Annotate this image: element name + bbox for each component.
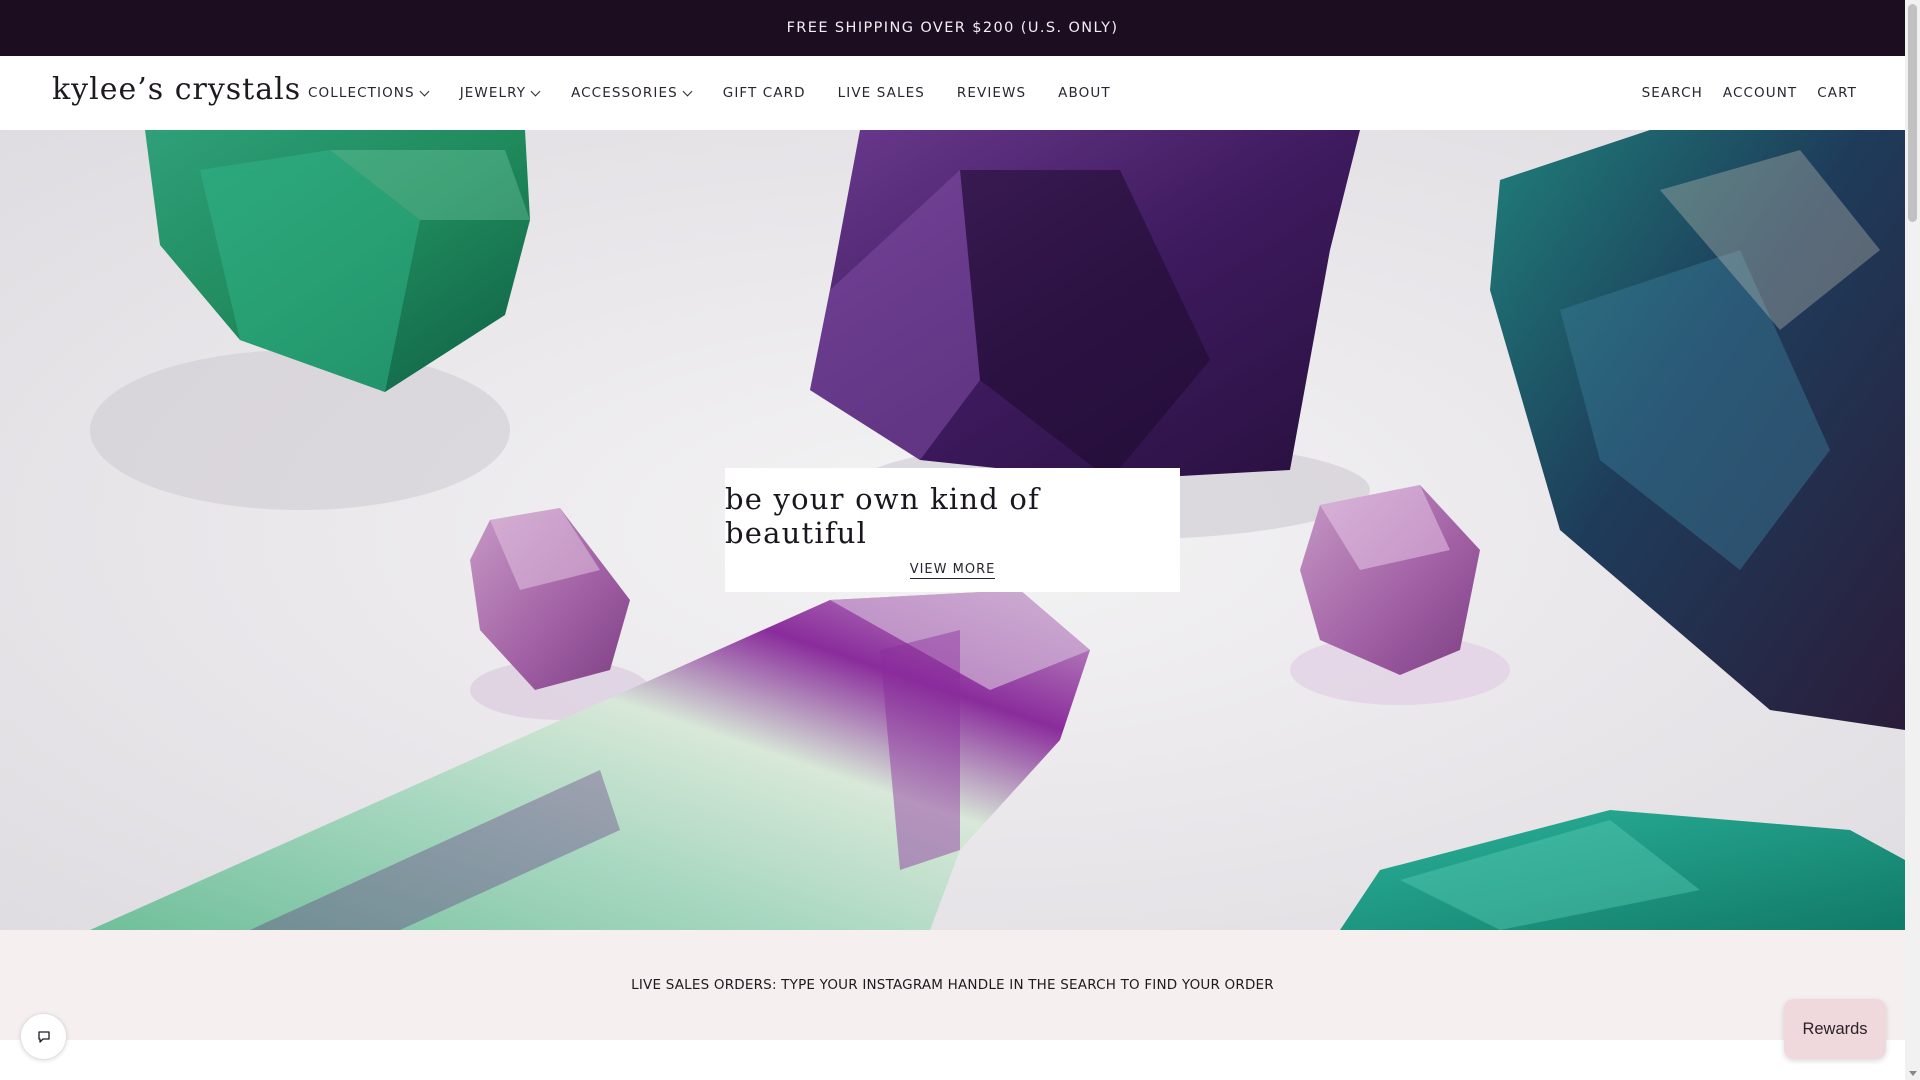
chat-bubble-icon xyxy=(37,1030,50,1043)
live-sales-text: LIVE SALES ORDERS: TYPE YOUR INSTAGRAM H… xyxy=(631,977,1274,993)
rewards-button[interactable]: Rewards xyxy=(1784,999,1886,1059)
site-logo[interactable]: kylee’s crystals xyxy=(52,72,301,107)
utility-nav: SEARCH ACCOUNT CART xyxy=(1622,56,1857,130)
nav-item-about[interactable]: ABOUT xyxy=(1058,85,1111,101)
nav-item-reviews[interactable]: REVIEWS xyxy=(957,85,1026,101)
rewards-label: Rewards xyxy=(1802,1019,1868,1038)
chevron-down-icon xyxy=(682,86,693,96)
nav-item-live-sales[interactable]: LIVE SALES xyxy=(838,85,925,101)
scroll-down-arrow-icon[interactable] xyxy=(1909,1071,1917,1076)
nav-item-label: ACCESSORIES xyxy=(571,85,678,101)
nav-item-label: LIVE SALES xyxy=(837,85,925,101)
nav-item-label: COLLECTIONS xyxy=(308,85,415,101)
nav-item-label: ABOUT xyxy=(1058,85,1111,101)
site-header: kylee’s crystals COLLECTIONS JEWELRY ACC… xyxy=(0,56,1905,130)
hero-banner: be your own kind of beautiful VIEW MORE xyxy=(0,130,1905,930)
chat-button[interactable] xyxy=(20,1013,67,1060)
nav-item-accessories[interactable]: ACCESSORIES xyxy=(571,85,693,101)
page: FREE SHIPPING OVER $200 (U.S. ONLY) kyle… xyxy=(0,0,1920,1080)
search-link[interactable]: SEARCH xyxy=(1642,85,1703,101)
nav-item-label: GIFT CARD xyxy=(722,85,806,101)
page-scrollbar[interactable] xyxy=(1905,0,1920,1080)
cart-link[interactable]: CART xyxy=(1817,85,1857,101)
nav-item-gift-card[interactable]: GIFT CARD xyxy=(723,85,806,101)
scrollbar-thumb[interactable] xyxy=(1908,4,1917,222)
view-more-link[interactable]: VIEW MORE xyxy=(909,562,996,579)
nav-item-label: REVIEWS xyxy=(956,85,1027,101)
nav-item-collections[interactable]: COLLECTIONS xyxy=(308,85,430,101)
announcement-text: FREE SHIPPING OVER $200 (U.S. ONLY) xyxy=(786,20,1119,36)
account-link[interactable]: ACCOUNT xyxy=(1723,85,1797,101)
main-nav: COLLECTIONS JEWELRY ACCESSORIES GIFT CAR… xyxy=(308,56,1143,130)
chevron-down-icon xyxy=(419,86,430,96)
announcement-bar: FREE SHIPPING OVER $200 (U.S. ONLY) xyxy=(0,0,1905,56)
nav-item-label: JEWELRY xyxy=(459,85,527,101)
chevron-down-icon xyxy=(530,86,541,96)
live-sales-bar: LIVE SALES ORDERS: TYPE YOUR INSTAGRAM H… xyxy=(0,930,1905,1040)
hero-card: be your own kind of beautiful VIEW MORE xyxy=(725,468,1180,592)
nav-item-jewelry[interactable]: JEWELRY xyxy=(459,85,541,101)
hero-title: be your own kind of beautiful xyxy=(725,481,1041,550)
